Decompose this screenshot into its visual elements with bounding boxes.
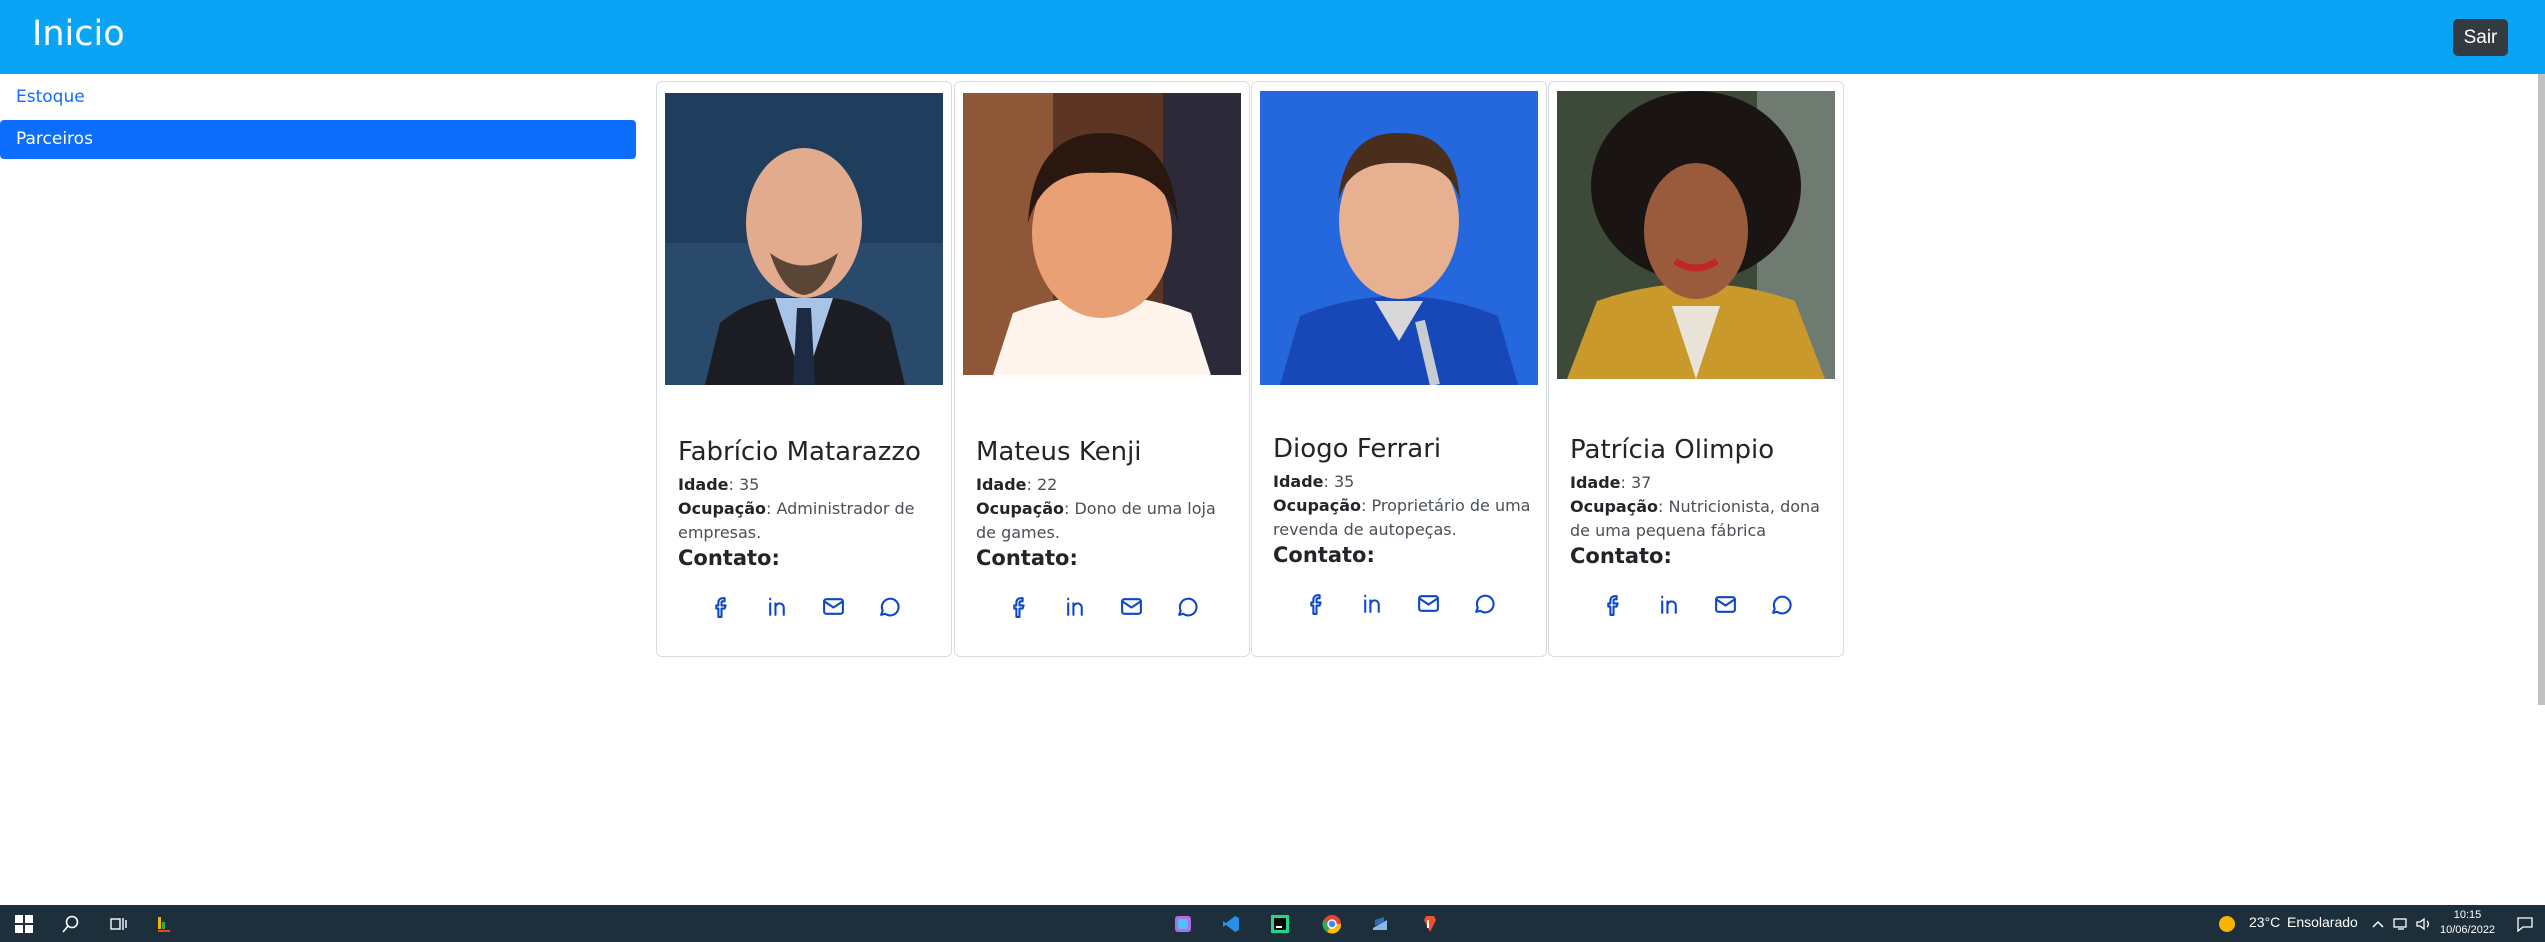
partner-card: Diogo Ferrari Idade: 35 Ocupação: Propri… — [1251, 81, 1547, 657]
age-value: : 37 — [1620, 473, 1652, 492]
contact-icons — [1252, 591, 1548, 616]
contact-icons — [1549, 592, 1845, 617]
contact-heading: Contato: — [1273, 543, 1375, 567]
partner-occupation: Ocupação: Administrador de empresas. — [678, 497, 940, 545]
age-label: Idade — [1570, 473, 1621, 492]
partner-age: Idade: 35 — [1273, 470, 1535, 494]
linkedin-icon[interactable] — [1063, 594, 1088, 619]
chevron-up-icon[interactable] — [2368, 914, 2388, 934]
age-label: Idade — [678, 475, 729, 494]
contact-icons — [657, 594, 953, 619]
partner-age: Idade: 37 — [1570, 471, 1832, 495]
notifications-icon[interactable] — [2515, 914, 2535, 934]
sidebar: Estoque Parceiros — [0, 78, 636, 159]
partner-name: Fabrício Matarazzo — [678, 437, 921, 467]
contact-heading: Contato: — [976, 546, 1078, 570]
network-icon[interactable] — [2391, 914, 2411, 934]
logout-button[interactable]: Sair — [2453, 19, 2508, 56]
partner-occupation: Ocupação: Nutricionista, dona de uma peq… — [1570, 495, 1832, 543]
partner-card: Fabrício Matarazzo Idade: 35 Ocupação: A… — [656, 81, 952, 657]
partner-age: Idade: 35 — [678, 473, 940, 497]
weather-temp[interactable]: 23°C — [2249, 914, 2280, 930]
top-navbar: Inicio Sair — [0, 0, 2545, 74]
facebook-icon[interactable] — [1007, 594, 1032, 619]
partner-card: Mateus Kenji Idade: 22 Ocupação: Dono de… — [954, 81, 1250, 657]
files-app-icon[interactable] — [1173, 914, 1193, 934]
partner-photo — [1260, 91, 1538, 385]
taskbar-clock[interactable]: 10:15 10/06/2022 — [2440, 908, 2495, 938]
task-view-icon[interactable] — [109, 914, 129, 934]
vscode-icon[interactable] — [1221, 914, 1241, 934]
chat-icon[interactable] — [1472, 591, 1497, 616]
sidebar-item-parceiros[interactable]: Parceiros — [0, 120, 636, 159]
pycharm-icon[interactable] — [1270, 914, 1290, 934]
partner-card: Patrícia Olimpio Idade: 37 Ocupação: Nut… — [1548, 81, 1844, 657]
chart-app-icon[interactable] — [155, 914, 175, 934]
facebook-icon[interactable] — [1601, 592, 1626, 617]
envelope-icon[interactable] — [1416, 591, 1441, 616]
partner-name: Mateus Kenji — [976, 437, 1142, 467]
chrome-icon[interactable] — [1322, 914, 1342, 934]
windows-start-icon[interactable] — [14, 914, 34, 934]
occupation-label: Ocupação — [1273, 496, 1361, 515]
occupation-label: Ocupação — [976, 499, 1064, 518]
linkedin-icon[interactable] — [1657, 592, 1682, 617]
clock-date: 10/06/2022 — [2440, 924, 2496, 936]
partner-photo — [963, 93, 1241, 375]
page-title: Inicio — [32, 14, 125, 54]
facebook-icon[interactable] — [1304, 591, 1329, 616]
sidebar-item-estoque[interactable]: Estoque — [0, 78, 636, 117]
contact-heading: Contato: — [678, 546, 780, 570]
contact-heading: Contato: — [1570, 544, 1672, 568]
linkedin-icon[interactable] — [765, 594, 790, 619]
chat-icon[interactable] — [1175, 594, 1200, 619]
partner-photo — [665, 93, 943, 385]
envelope-icon[interactable] — [1713, 592, 1738, 617]
age-label: Idade — [1273, 472, 1324, 491]
envelope-icon[interactable] — [1119, 594, 1144, 619]
age-value: : 35 — [728, 475, 760, 494]
chat-icon[interactable] — [1769, 592, 1794, 617]
envelope-icon[interactable] — [821, 594, 846, 619]
git-app-icon[interactable] — [1418, 914, 1438, 934]
partner-photo — [1557, 91, 1835, 379]
occupation-label: Ocupação — [678, 499, 766, 518]
scrollbar-thumb[interactable] — [2538, 74, 2545, 705]
weather-text[interactable]: Ensolarado — [2287, 914, 2358, 930]
os-taskbar: 23°C Ensolarado 10:15 10/06/2022 — [0, 905, 2545, 942]
linkedin-icon[interactable] — [1360, 591, 1385, 616]
weather-sun-icon[interactable] — [2217, 914, 2237, 934]
clock-time: 10:15 — [2453, 909, 2482, 921]
search-icon[interactable] — [61, 914, 81, 934]
volume-icon[interactable] — [2414, 914, 2434, 934]
page-scrollbar[interactable] — [2538, 74, 2545, 705]
partner-occupation: Ocupação: Dono de uma loja de games. — [976, 497, 1238, 545]
partner-occupation: Ocupação: Proprietário de uma revenda de… — [1273, 494, 1535, 542]
chat-icon[interactable] — [877, 594, 902, 619]
contact-icons — [955, 594, 1251, 619]
partner-name: Diogo Ferrari — [1273, 434, 1442, 464]
age-value: : 35 — [1323, 472, 1355, 491]
facebook-icon[interactable] — [709, 594, 734, 619]
age-label: Idade — [976, 475, 1027, 494]
age-value: : 22 — [1026, 475, 1058, 494]
partner-age: Idade: 22 — [976, 473, 1238, 497]
vm-app-icon[interactable] — [1370, 914, 1390, 934]
partner-name: Patrícia Olimpio — [1570, 435, 1775, 465]
occupation-label: Ocupação — [1570, 497, 1658, 516]
